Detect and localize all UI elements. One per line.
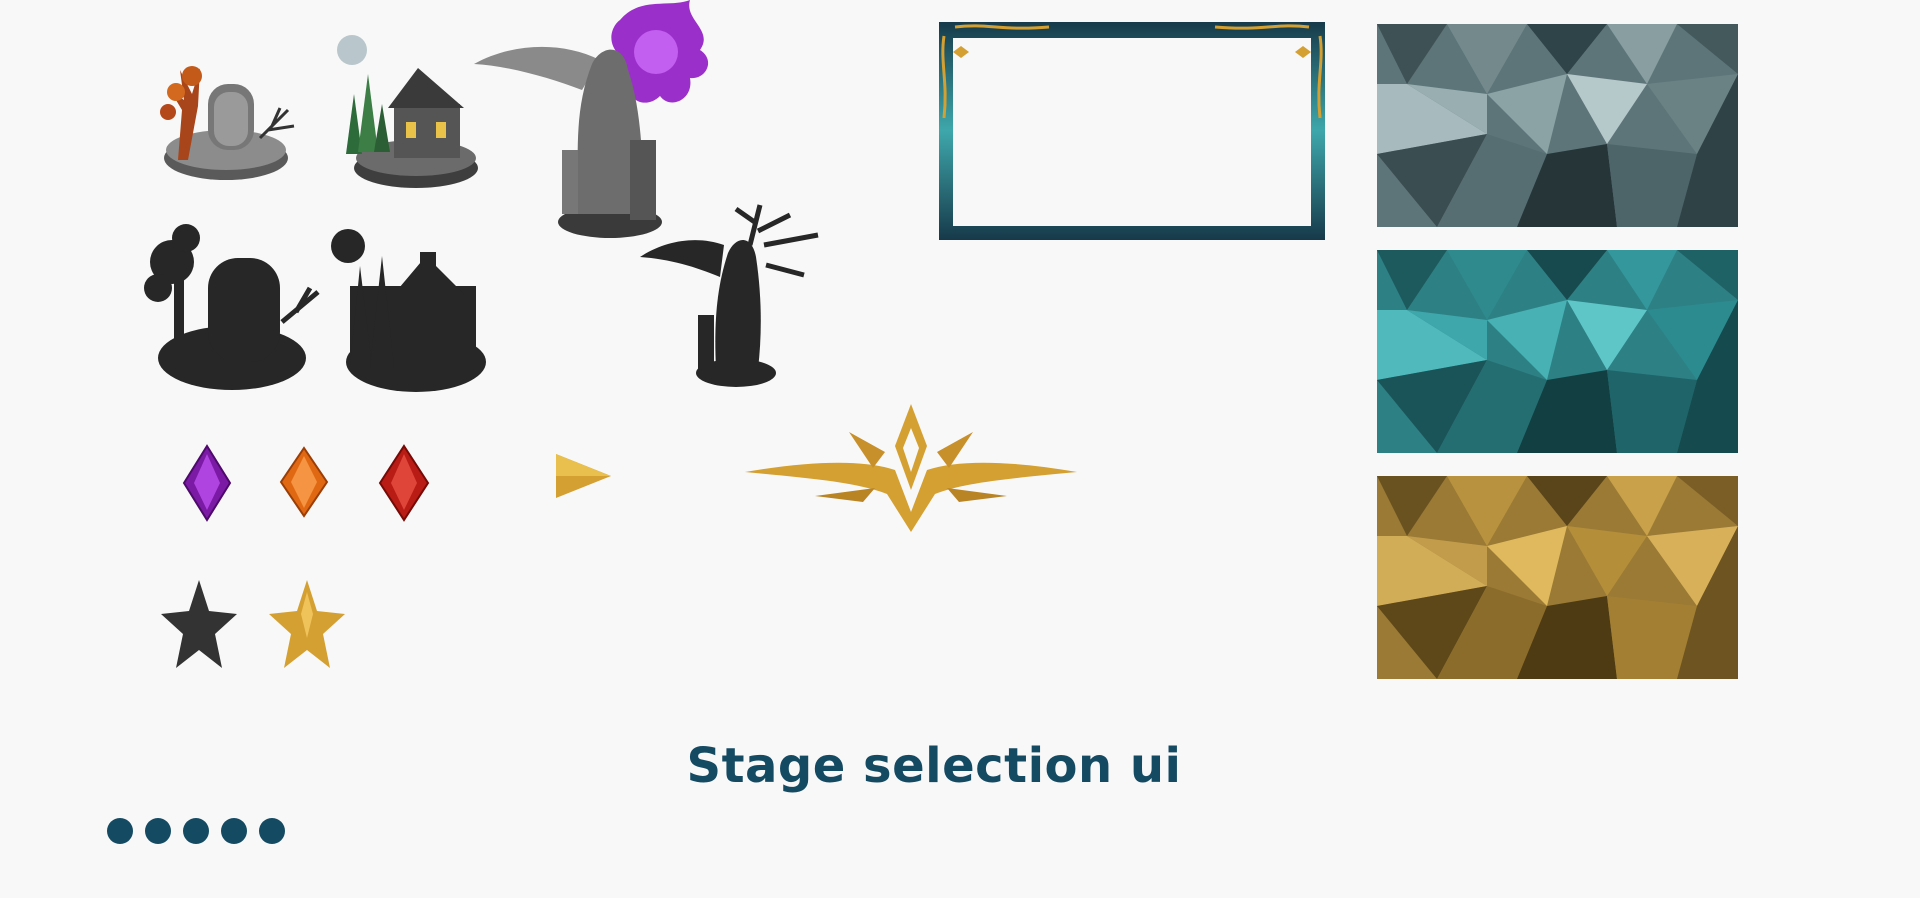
cottage-silhouette-icon [330,226,490,396]
purple-gem-icon [182,444,232,522]
page-title: Stage selection ui [686,738,1182,794]
teal-polygon-pattern [1377,250,1738,453]
red-gem-icon [378,444,430,522]
angel-statue-silhouette-icon [640,204,822,389]
pagination-dot-2[interactable] [145,818,171,844]
pagination-dot-3[interactable] [183,818,209,844]
gold-polygon-pattern [1377,476,1738,679]
graveyard-icon[interactable] [148,50,300,190]
graveyard-silhouette-icon [142,222,322,398]
star-empty-icon [160,578,238,670]
star-filled-icon [268,578,346,670]
gold-crest-icon [745,402,1077,534]
orange-gem-icon [279,446,329,518]
pagination-dot-5[interactable] [259,818,285,844]
play-arrow-icon[interactable] [555,453,613,499]
cottage-icon[interactable] [332,34,482,194]
slate-polygon-pattern [1377,24,1738,227]
pagination-dots [107,818,285,844]
pagination-dot-4[interactable] [221,818,247,844]
ornate-frame-icon [939,22,1325,240]
pagination-dot-1[interactable] [107,818,133,844]
